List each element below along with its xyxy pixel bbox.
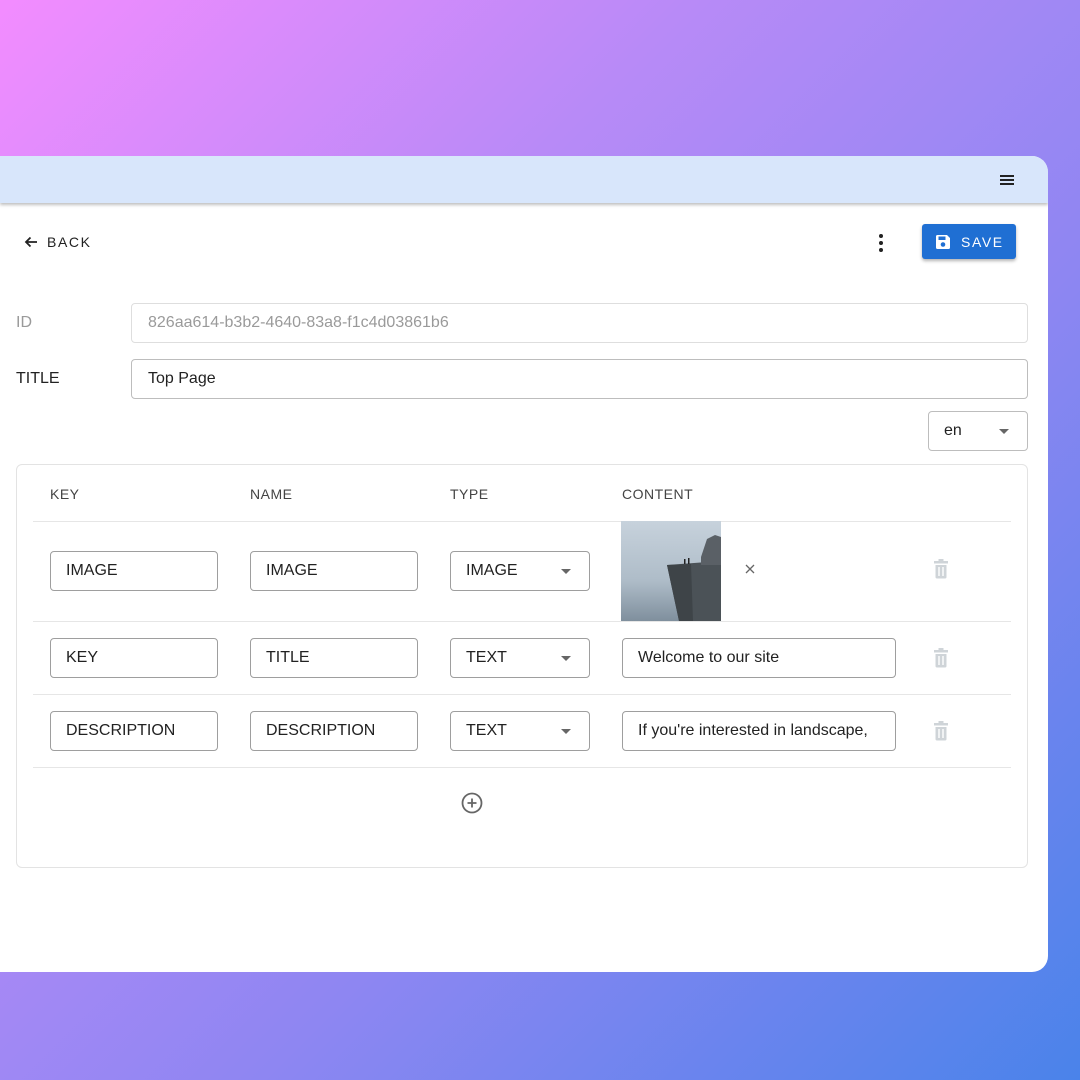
row-name-input[interactable]: TITLE bbox=[250, 638, 418, 678]
row-type-value: TEXT bbox=[466, 649, 507, 666]
row-type-value: IMAGE bbox=[466, 562, 518, 579]
id-value: 826aa614-b3b2-4640-83a8-f1c4d03861b6 bbox=[148, 314, 449, 331]
language-value: en bbox=[944, 422, 962, 439]
trash-icon[interactable] bbox=[933, 721, 949, 741]
menu-icon[interactable] bbox=[996, 169, 1018, 191]
row-key-value: DESCRIPTION bbox=[66, 722, 176, 739]
row-key-input[interactable]: IMAGE bbox=[50, 551, 218, 591]
row-name-value: DESCRIPTION bbox=[266, 722, 376, 739]
header-content: CONTENT bbox=[622, 486, 694, 502]
row-content-value: If you're interested in landscape, bbox=[638, 722, 868, 739]
content-table: KEY NAME TYPE CONTENT IMAGE IMAGE IMAGE bbox=[16, 464, 1028, 868]
row-key-input[interactable]: DESCRIPTION bbox=[50, 711, 218, 751]
id-field: 826aa614-b3b2-4640-83a8-f1c4d03861b6 bbox=[131, 303, 1028, 343]
save-button[interactable]: SAVE bbox=[922, 224, 1016, 259]
header-type: TYPE bbox=[450, 486, 489, 502]
floppy-disk-icon bbox=[936, 234, 950, 249]
row-type-select[interactable]: IMAGE bbox=[450, 551, 590, 591]
row-key-value: IMAGE bbox=[66, 562, 118, 579]
language-select[interactable]: en bbox=[928, 411, 1028, 451]
back-button[interactable]: BACK bbox=[24, 228, 92, 256]
row-content-value: Welcome to our site bbox=[638, 649, 780, 666]
content-image bbox=[621, 521, 721, 621]
trash-icon[interactable] bbox=[933, 648, 949, 668]
row-content-input[interactable]: Welcome to our site bbox=[622, 638, 896, 678]
divider bbox=[33, 767, 1011, 768]
app-bar bbox=[0, 156, 1048, 203]
row-content-input[interactable]: If you're interested in landscape, bbox=[622, 711, 896, 751]
editor-window: BACK SAVE ID 826aa614-b3b2-4640-83a8-f1c… bbox=[0, 156, 1048, 972]
arrow-left-icon bbox=[24, 236, 37, 248]
title-field[interactable]: Top Page bbox=[131, 359, 1028, 399]
close-icon[interactable] bbox=[743, 562, 757, 576]
row-type-select[interactable]: TEXT bbox=[450, 638, 590, 678]
chevron-down-icon bbox=[999, 429, 1009, 434]
more-vert-icon[interactable] bbox=[868, 230, 894, 256]
divider bbox=[33, 694, 1011, 695]
chevron-down-icon bbox=[561, 656, 571, 661]
title-label: TITLE bbox=[16, 370, 60, 387]
header-key: KEY bbox=[50, 486, 80, 502]
row-name-input[interactable]: DESCRIPTION bbox=[250, 711, 418, 751]
row-name-input[interactable]: IMAGE bbox=[250, 551, 418, 591]
chevron-down-icon bbox=[561, 569, 571, 574]
divider bbox=[33, 621, 1011, 622]
row-key-value: KEY bbox=[66, 649, 99, 666]
header-name: NAME bbox=[250, 486, 293, 502]
trash-icon[interactable] bbox=[933, 559, 949, 579]
divider bbox=[33, 521, 1011, 522]
id-label: ID bbox=[16, 314, 32, 331]
row-name-value: TITLE bbox=[266, 649, 310, 666]
add-circle-icon[interactable] bbox=[461, 792, 483, 814]
chevron-down-icon bbox=[561, 729, 571, 734]
back-label: BACK bbox=[47, 234, 92, 250]
row-key-input[interactable]: KEY bbox=[50, 638, 218, 678]
row-name-value: IMAGE bbox=[266, 562, 318, 579]
title-value: Top Page bbox=[148, 370, 216, 387]
row-type-select[interactable]: TEXT bbox=[450, 711, 590, 751]
row-type-value: TEXT bbox=[466, 722, 507, 739]
save-label: SAVE bbox=[961, 233, 1004, 250]
